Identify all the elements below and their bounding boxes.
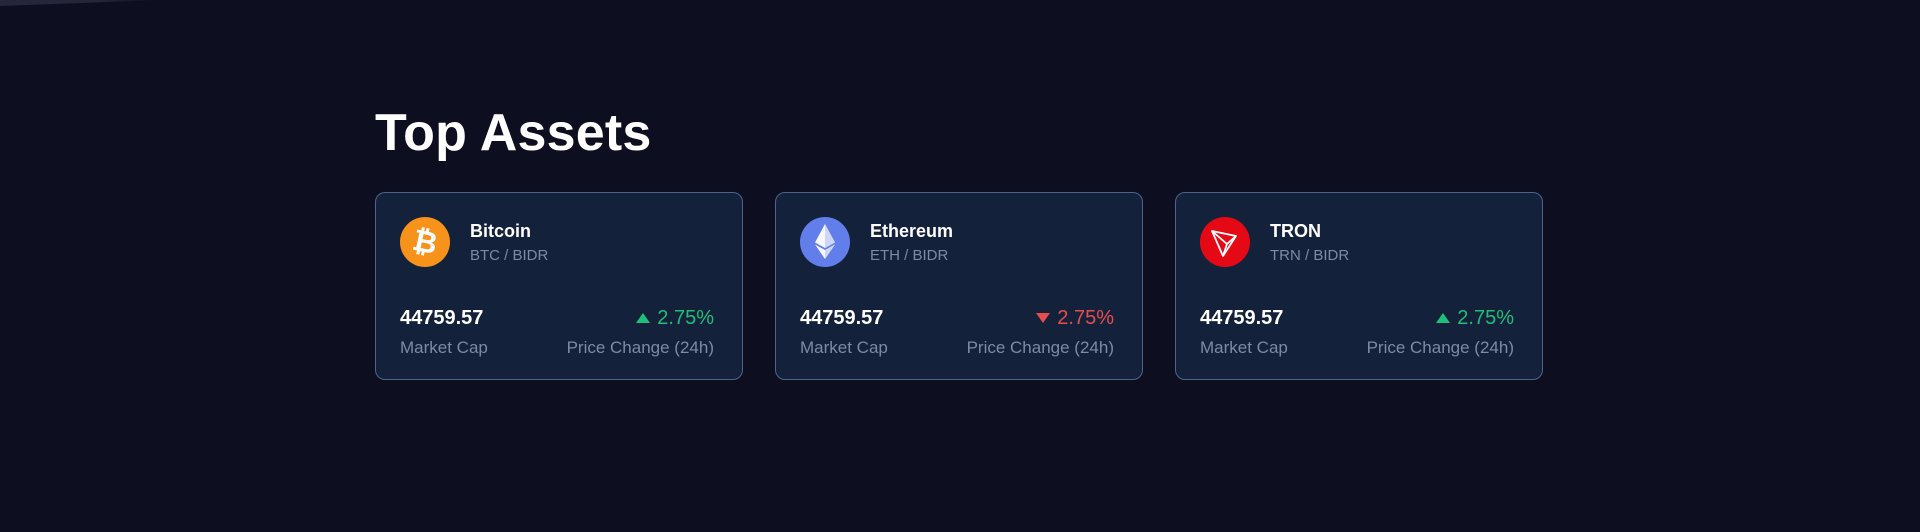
asset-pair: TRN / BIDR (1270, 247, 1350, 264)
bitcoin-icon: ₿ (400, 217, 450, 267)
asset-name: Ethereum (870, 221, 954, 241)
tron-icon (1200, 217, 1250, 267)
svg-text:₿: ₿ (409, 223, 440, 262)
price-change: 2.75% (636, 305, 714, 331)
triangle-down-icon (1036, 313, 1051, 323)
asset-card-bitcoin[interactable]: ₿ Bitcoin BTC / BIDR 44759.57 Market Cap… (375, 192, 743, 380)
market-cap-label: Market Cap (400, 338, 488, 357)
price-change-label: Price Change (24h) (1366, 338, 1514, 357)
price-change-label: Price Change (24h) (566, 338, 714, 357)
asset-name: TRON (1270, 221, 1321, 241)
asset-cards: ₿ Bitcoin BTC / BIDR 44759.57 Market Cap… (375, 192, 1545, 382)
triangle-up-icon (1436, 313, 1451, 323)
price-change-value: 2.75% (657, 307, 714, 329)
market-cap-label: Market Cap (1200, 338, 1288, 357)
asset-price: 44759.57 (400, 307, 484, 329)
price-change-value: 2.75% (1057, 307, 1114, 329)
asset-name: Bitcoin (470, 221, 531, 241)
asset-pair: ETH / BIDR (870, 247, 949, 264)
asset-pair: BTC / BIDR (470, 247, 549, 264)
triangle-up-icon (636, 313, 651, 323)
decorative-corner-stripe (0, 0, 160, 6)
asset-price: 44759.57 (1200, 307, 1284, 329)
top-assets-section: Top Assets ₿ Bitcoin BTC / BIDR 44759.57… (375, 100, 1545, 380)
price-change-label: Price Change (24h) (966, 338, 1114, 357)
asset-card-tron[interactable]: TRON TRN / BIDR 44759.57 Market Cap 2.75… (1175, 192, 1543, 380)
ethereum-icon (800, 217, 850, 267)
asset-card-ethereum[interactable]: Ethereum ETH / BIDR 44759.57 Market Cap … (775, 192, 1143, 380)
market-cap-label: Market Cap (800, 338, 888, 357)
price-change: 2.75% (1036, 305, 1114, 331)
price-change-value: 2.75% (1457, 307, 1514, 329)
asset-price: 44759.57 (800, 307, 884, 329)
section-title: Top Assets (375, 104, 652, 162)
price-change: 2.75% (1436, 305, 1514, 331)
